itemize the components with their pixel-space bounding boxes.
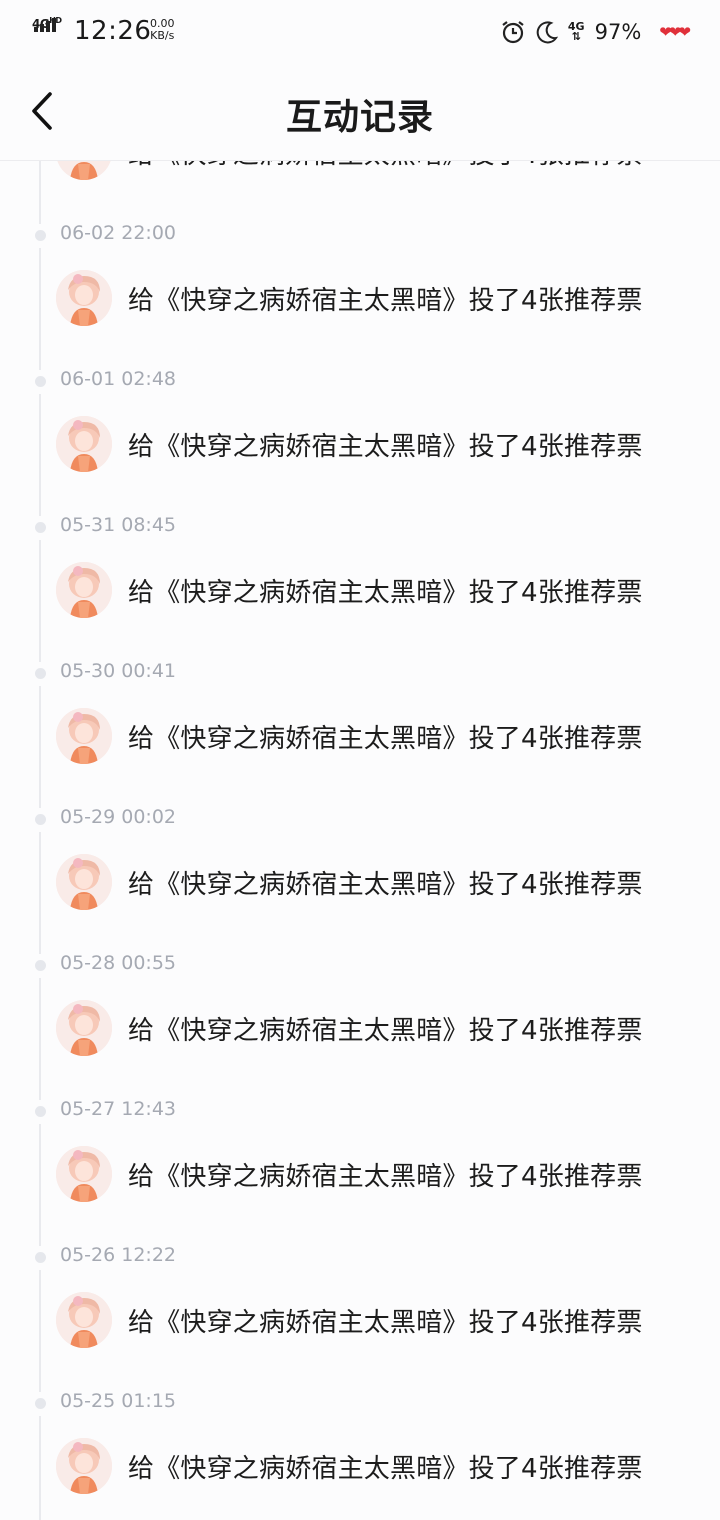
list-item[interactable]: 05-30 00:41 给《快穿之病娇宿主太黑暗》投了4张推荐票 xyxy=(0,652,720,808)
list-item[interactable]: 05-31 08:45 给《快穿之病娇宿主太黑暗》投了4张推荐票 xyxy=(0,506,720,662)
page-title: 互动记录 xyxy=(285,96,434,138)
avatar-image xyxy=(56,1438,112,1494)
list-item[interactable]: 06-02 22:00 给《快穿之病娇宿主太黑暗》投了4张推荐票 xyxy=(0,214,720,370)
timeline-line xyxy=(39,394,41,516)
heart-icon: ❤❤❤ xyxy=(659,23,691,41)
record-date: 05-27 12:43 xyxy=(60,1098,177,1120)
record-text: 给《快穿之病娇宿主太黑暗》投了4张推荐票 xyxy=(128,870,643,900)
avatar-image xyxy=(56,1000,112,1056)
timeline-dot xyxy=(35,814,46,825)
avatar-image xyxy=(56,1292,112,1348)
avatar-image xyxy=(56,416,112,472)
avatar-image xyxy=(56,854,112,910)
record-text: 给《快穿之病娇宿主太黑暗》投了4张推荐票 xyxy=(128,432,643,462)
avatar[interactable] xyxy=(56,854,112,910)
status-icons: 4G ⇅ 97% ❤❤❤ xyxy=(500,18,691,46)
record-text: 给《快穿之病娇宿主太黑暗》投了4张推荐票 xyxy=(128,1162,643,1192)
timeline-dot xyxy=(35,1106,46,1117)
avatar[interactable] xyxy=(56,416,112,472)
timeline-dot xyxy=(35,376,46,387)
speed-unit: KB/s xyxy=(150,29,175,42)
timeline-line xyxy=(39,248,41,370)
avatar[interactable] xyxy=(56,708,112,764)
record-date: 06-01 02:48 xyxy=(60,368,177,390)
timeline-dot xyxy=(35,668,46,679)
avatar[interactable] xyxy=(56,1146,112,1202)
list-item[interactable]: 05-25 01:15 给《快穿之病娇宿主太黑暗》投了4张推荐票 xyxy=(0,1382,720,1520)
avatar[interactable] xyxy=(56,1000,112,1056)
record-list-inner: 06-03 10:12 给《快穿之病娇宿主太黑暗》投了4张推荐票 06-02 2… xyxy=(0,161,720,1520)
timeline-dot xyxy=(35,1398,46,1409)
clock: 12:26 xyxy=(74,16,152,46)
list-item[interactable]: 06-01 02:48 给《快穿之病娇宿主太黑暗》投了4张推荐票 xyxy=(0,360,720,516)
timeline-dot xyxy=(35,1252,46,1263)
record-text: 给《快穿之病娇宿主太黑暗》投了4张推荐票 xyxy=(128,578,643,608)
record-text: 给《快穿之病娇宿主太黑暗》投了4张推荐票 xyxy=(128,1454,643,1484)
data-network-indicator: 4G ⇅ xyxy=(568,21,585,43)
timeline-dot xyxy=(35,230,46,241)
avatar-image xyxy=(56,270,112,326)
status-bar: 4GHD 12:26 0.00 KB/s 4G ⇅ 97% ❤❤❤ xyxy=(0,0,720,64)
timeline-line xyxy=(39,1124,41,1246)
alarm-icon xyxy=(502,21,524,44)
record-date: 05-30 00:41 xyxy=(60,660,177,682)
moon-icon xyxy=(536,21,559,44)
record-text: 给《快穿之病娇宿主太黑暗》投了4张推荐票 xyxy=(128,161,643,171)
list-item[interactable]: 05-29 00:02 给《快穿之病娇宿主太黑暗》投了4张推荐票 xyxy=(0,798,720,954)
avatar-image xyxy=(56,1146,112,1202)
avatar[interactable] xyxy=(56,270,112,326)
record-text: 给《快穿之病娇宿主太黑暗》投了4张推荐票 xyxy=(128,286,643,316)
record-date: 05-31 08:45 xyxy=(60,514,177,536)
record-date: 06-02 22:00 xyxy=(60,222,177,244)
timeline-dot xyxy=(35,960,46,971)
record-date: 05-29 00:02 xyxy=(60,806,177,828)
timeline-dot xyxy=(35,522,46,533)
avatar[interactable] xyxy=(56,161,112,180)
avatar-image xyxy=(56,708,112,764)
timeline-line xyxy=(39,832,41,954)
timeline-line xyxy=(39,686,41,808)
record-date: 05-28 00:55 xyxy=(60,952,177,974)
timeline-line xyxy=(39,540,41,662)
avatar[interactable] xyxy=(56,1292,112,1348)
list-item[interactable]: 05-26 12:22 给《快穿之病娇宿主太黑暗》投了4张推荐票 xyxy=(0,1236,720,1392)
record-text: 给《快穿之病娇宿主太黑暗》投了4张推荐票 xyxy=(128,724,643,754)
timeline-line xyxy=(39,1270,41,1392)
list-item[interactable]: 06-03 10:12 给《快穿之病娇宿主太黑暗》投了4张推荐票 xyxy=(0,161,720,224)
record-text: 给《快穿之病娇宿主太黑暗》投了4张推荐票 xyxy=(128,1016,643,1046)
list-item[interactable]: 05-27 12:43 给《快穿之病娇宿主太黑暗》投了4张推荐票 xyxy=(0,1090,720,1246)
avatar-image xyxy=(56,161,112,180)
data-arrows-icon: ⇅ xyxy=(571,30,581,43)
record-text: 给《快穿之病娇宿主太黑暗》投了4张推荐票 xyxy=(128,1308,643,1338)
avatar-image xyxy=(56,562,112,618)
record-date: 05-26 12:22 xyxy=(60,1244,177,1266)
signal-indicator: 4GHD xyxy=(32,16,68,44)
list-item[interactable]: 05-28 00:55 给《快穿之病娇宿主太黑暗》投了4张推荐票 xyxy=(0,944,720,1100)
avatar[interactable] xyxy=(56,1438,112,1494)
avatar[interactable] xyxy=(56,562,112,618)
network-speed: 0.00 KB/s xyxy=(150,18,175,42)
interaction-record-list[interactable]: 06-03 10:12 给《快穿之病娇宿主太黑暗》投了4张推荐票 06-02 2… xyxy=(0,161,720,1520)
record-date: 05-25 01:15 xyxy=(60,1390,177,1412)
timeline-line xyxy=(39,1416,41,1520)
nav-header: 互动记录 xyxy=(0,64,720,161)
timeline-line xyxy=(39,978,41,1100)
battery-level: 97% xyxy=(594,20,642,44)
